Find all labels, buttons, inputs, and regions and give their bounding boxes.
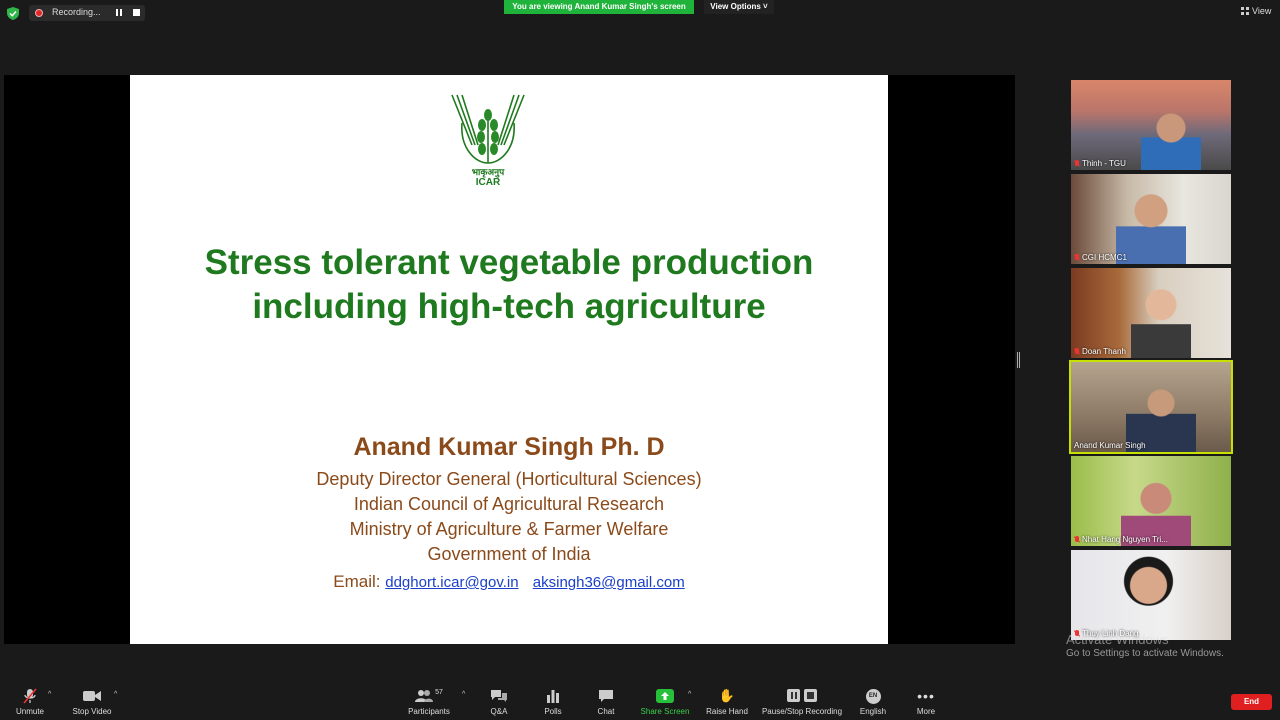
participant-tile[interactable]: Doan Thanh	[1071, 268, 1231, 358]
qa-label: Q&A	[490, 707, 508, 716]
email-link-1[interactable]: ddghort.icar@gov.in	[385, 574, 518, 591]
participant-video	[1141, 110, 1201, 170]
share-screen-label: Share Screen	[640, 707, 690, 716]
participant-name: CGI HCMC1	[1082, 253, 1127, 262]
email-link-2[interactable]: aksingh36@gmail.com	[533, 574, 685, 591]
stop-video-label: Stop Video	[72, 707, 112, 716]
participants-icon	[415, 690, 434, 702]
participant-name: Nhat Hang Nguyen Tri...	[1082, 535, 1168, 544]
shared-screen: भाकृअनुप ICAR Stress tolerant vegetable …	[4, 75, 1015, 644]
raise-hand-label: Raise Hand	[706, 707, 748, 716]
view-options-button[interactable]: View Options ˅	[704, 0, 774, 14]
participant-tile[interactable]: Thuy Linh Dang	[1071, 550, 1231, 640]
participant-name: Thinh - TGU	[1082, 159, 1126, 168]
language-globe-icon: EN	[865, 688, 881, 704]
participant-tile[interactable]: Thinh - TGU	[1071, 80, 1231, 170]
language-button[interactable]: EN English	[856, 688, 890, 716]
presenter-name: Anand Kumar Singh Ph. D	[353, 433, 665, 461]
more-dots-icon: •••	[917, 688, 935, 704]
chat-button[interactable]: Chat	[592, 688, 620, 716]
presenter-organization: Indian Council of Agricultural Research	[353, 494, 665, 514]
view-button-label: View	[1252, 6, 1272, 16]
participant-name-tag: Anand Kumar Singh	[1074, 441, 1146, 450]
view-button[interactable]: View	[1241, 6, 1271, 16]
participant-tile[interactable]: CGI HCMC1	[1071, 174, 1231, 264]
watermark-title: Activate Windows	[1066, 632, 1169, 647]
muted-mic-icon	[1074, 535, 1080, 544]
polls-label: Polls	[544, 707, 562, 716]
raise-hand-icon: ✋	[718, 688, 736, 703]
recording-dot-icon	[35, 9, 43, 17]
share-options-caret-icon[interactable]: ^	[688, 691, 691, 698]
participant-count: 57	[435, 688, 443, 696]
presenter-government: Government of India	[427, 544, 591, 564]
viewing-screen-banner: You are viewing Anand Kumar Singh's scre…	[504, 0, 694, 14]
unmute-label: Unmute	[15, 707, 44, 716]
chevron-down-icon: ˅	[763, 2, 768, 11]
grid-view-icon	[1241, 7, 1249, 15]
panel-resize-handle[interactable]	[1017, 352, 1020, 368]
more-button[interactable]: ••• More	[912, 688, 940, 716]
polls-button[interactable]: Polls	[538, 688, 568, 716]
shield-icon[interactable]	[7, 7, 19, 20]
pause-stop-icon	[787, 689, 817, 702]
language-label: English	[859, 707, 887, 716]
participants-label: Participants	[408, 707, 450, 716]
participant-video	[1131, 282, 1191, 358]
polls-bar-icon	[547, 690, 559, 703]
muted-microphone-icon	[23, 688, 37, 704]
participant-name: Anand Kumar Singh	[1074, 441, 1146, 450]
participant-name-tag: Doan Thanh	[1074, 347, 1126, 356]
email-label: Email:	[333, 572, 381, 591]
participants-button[interactable]: 57 Participants	[406, 688, 452, 717]
video-options-caret-icon[interactable]: ^	[114, 691, 117, 698]
email-line: Email: ddghort.icar@gov.in aksingh36@gma…	[130, 572, 888, 592]
recording-indicator: Recording...	[29, 5, 145, 21]
muted-mic-icon	[1074, 159, 1080, 168]
muted-mic-icon	[1074, 347, 1080, 356]
participants-caret-icon[interactable]: ^	[462, 691, 465, 698]
slide-title: Stress tolerant vegetable production inc…	[130, 241, 888, 329]
slide-title-line: including high-tech agriculture	[252, 287, 766, 326]
video-camera-icon	[83, 691, 101, 701]
participant-video	[1111, 556, 1186, 640]
participant-name: Doan Thanh	[1082, 347, 1126, 356]
pause-stop-recording-label: Pause/Stop Recording	[761, 707, 843, 716]
raise-hand-button[interactable]: ✋ Raise Hand	[704, 688, 750, 716]
recording-label: Recording...	[52, 7, 101, 17]
participant-name-tag: Thinh - TGU	[1074, 159, 1126, 168]
more-label: More	[916, 707, 936, 716]
presentation-slide: भाकृअनुप ICAR Stress tolerant vegetable …	[130, 75, 888, 644]
presenter-designation: Deputy Director General (Horticultural S…	[316, 469, 702, 489]
stop-recording-icon[interactable]	[133, 9, 140, 16]
unmute-button[interactable]: Unmute	[10, 688, 50, 716]
qa-button[interactable]: Q&A	[484, 688, 514, 716]
chat-bubble-icon	[599, 690, 613, 702]
participant-name-tag: Nhat Hang Nguyen Tri...	[1074, 535, 1168, 544]
activate-windows-watermark: Activate Windows Go to Settings to activ…	[1066, 632, 1224, 659]
top-bar: Recording... You are viewing Anand Kumar…	[0, 0, 1280, 26]
chat-label: Chat	[597, 707, 615, 716]
watermark-subtitle: Go to Settings to activate Windows.	[1066, 648, 1224, 659]
slide-title-line: Stress tolerant vegetable production	[204, 243, 814, 282]
pause-recording-icon[interactable]	[114, 8, 124, 18]
share-screen-arrow-icon	[656, 689, 674, 703]
muted-mic-icon	[1074, 253, 1080, 262]
participant-tile-active-speaker[interactable]: Anand Kumar Singh	[1069, 360, 1233, 454]
stop-video-button[interactable]: Stop Video	[70, 688, 114, 716]
share-screen-button[interactable]: Share Screen	[640, 688, 690, 716]
view-options-label: View Options	[710, 2, 761, 11]
pause-stop-recording-button[interactable]: Pause/Stop Recording	[760, 688, 844, 716]
qa-bubbles-icon	[491, 690, 507, 702]
language-code: EN	[868, 692, 878, 699]
end-meeting-button[interactable]: End	[1231, 694, 1272, 710]
participant-name-tag: CGI HCMC1	[1074, 253, 1127, 262]
participant-tile[interactable]: Nhat Hang Nguyen Tri...	[1071, 456, 1231, 546]
audio-options-caret-icon[interactable]: ^	[48, 691, 51, 698]
logo-caption: ICAR	[475, 177, 501, 188]
presenter-ministry: Ministry of Agriculture & Farmer Welfare	[349, 519, 669, 539]
